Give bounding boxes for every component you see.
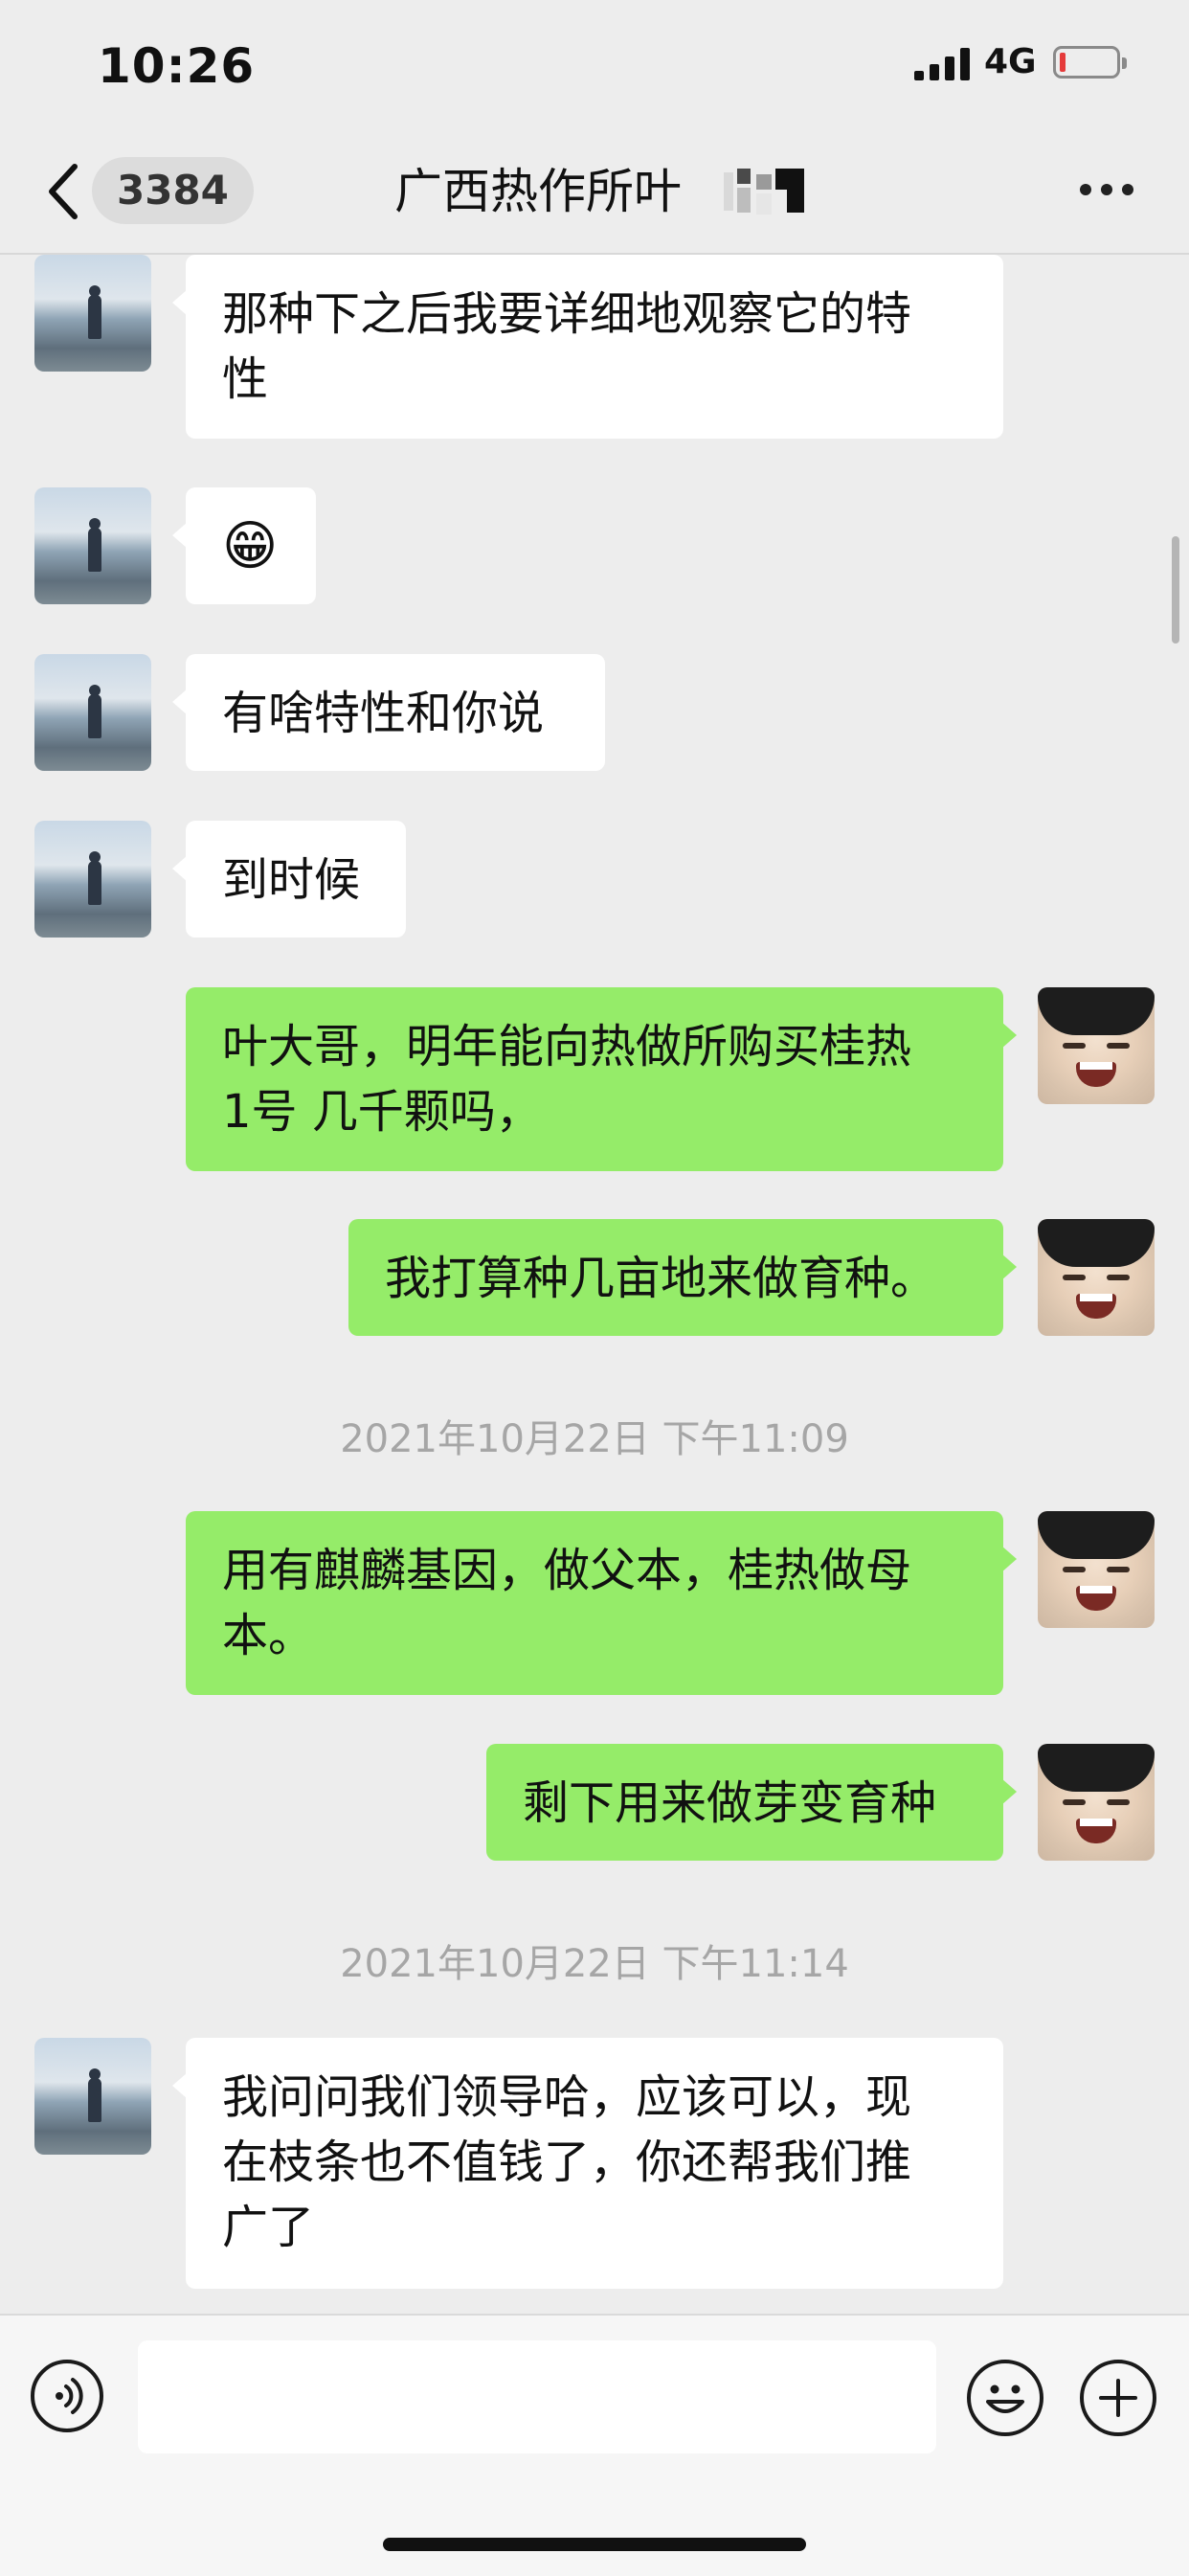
status-time: 10:26 bbox=[98, 38, 256, 94]
message-bubble-outgoing[interactable]: 叶大哥，明年能向热做所购买桂热 1号 几千颗吗， bbox=[186, 987, 1017, 1171]
unread-count-badge[interactable]: 3384 bbox=[92, 157, 254, 224]
message-bubble-incoming[interactable]: 😁 bbox=[172, 487, 316, 604]
grin-emoji-icon: 😁 bbox=[222, 515, 279, 577]
my-avatar[interactable] bbox=[1038, 987, 1155, 1104]
scrollbar[interactable] bbox=[1172, 536, 1179, 644]
my-avatar[interactable] bbox=[1038, 1511, 1155, 1628]
my-avatar[interactable] bbox=[1038, 1744, 1155, 1861]
message-timestamp: 2021年10月22日 下午11:14 bbox=[340, 1942, 849, 1986]
chat-title: 广西热作所叶 bbox=[394, 164, 682, 219]
chat-header: 3384 广西热作所叶 bbox=[0, 134, 1189, 255]
status-bar: 10:26 4G bbox=[0, 0, 1189, 134]
battery-icon bbox=[1053, 46, 1127, 79]
battery-level bbox=[1060, 53, 1066, 72]
message-text: 1号 几千颗吗， bbox=[222, 1085, 542, 1139]
message-text: 那种下之后我要详细地观察它的特 bbox=[222, 287, 912, 341]
message-bubble-outgoing[interactable]: 用有麒麟基因，做父本，桂热做母 本。 bbox=[186, 1511, 1017, 1695]
contact-avatar[interactable] bbox=[34, 821, 151, 938]
message-text: 广了 bbox=[222, 2201, 315, 2254]
input-bar bbox=[0, 2314, 1189, 2576]
message-text: 我打算种几亩地来做育种。 bbox=[385, 1252, 937, 1305]
message-bubble-outgoing[interactable]: 剩下用来做芽变育种 bbox=[486, 1744, 1017, 1861]
more-dots-icon[interactable] bbox=[1080, 184, 1133, 197]
message-text: 我问问我们领导哈，应该可以，现 bbox=[222, 2070, 912, 2124]
contact-avatar[interactable] bbox=[34, 2038, 151, 2155]
message-text: 到时候 bbox=[222, 853, 361, 907]
message-text: 性 bbox=[222, 352, 269, 406]
message-bubble-incoming[interactable]: 那种下之后我要详细地观察它的特 性 bbox=[172, 255, 1003, 439]
message-list[interactable]: 那种下之后我要详细地观察它的特 性 😁 有啥特性和你说 到时候 叶大哥，明年能向… bbox=[0, 255, 1189, 2314]
emoji-icon[interactable] bbox=[967, 2360, 1043, 2436]
message-text: 在枝条也不值钱了，你还帮我们推 bbox=[222, 2135, 912, 2189]
message-bubble-outgoing[interactable]: 我打算种几亩地来做育种。 bbox=[348, 1219, 1017, 1336]
signal-icon bbox=[914, 48, 970, 80]
message-bubble-incoming[interactable]: 到时候 bbox=[172, 821, 406, 938]
contact-avatar[interactable] bbox=[34, 255, 151, 372]
message-bubble-incoming[interactable]: 有啥特性和你说 bbox=[172, 654, 605, 771]
contact-avatar[interactable] bbox=[34, 487, 151, 604]
contact-avatar[interactable] bbox=[34, 654, 151, 771]
my-avatar[interactable] bbox=[1038, 1219, 1155, 1336]
message-text: 用有麒麟基因，做父本，桂热做母 bbox=[222, 1544, 912, 1597]
message-text: 剩下用来做芽变育种 bbox=[523, 1776, 937, 1830]
message-bubble-incoming[interactable]: 我问问我们领导哈，应该可以，现 在枝条也不值钱了，你还帮我们推 广了 bbox=[172, 2038, 1003, 2289]
home-indicator[interactable] bbox=[383, 2538, 806, 2551]
chevron-left-icon[interactable] bbox=[44, 161, 82, 222]
message-timestamp: 2021年10月22日 下午11:09 bbox=[340, 1417, 849, 1461]
message-text: 本。 bbox=[222, 1609, 315, 1662]
voice-icon[interactable] bbox=[31, 2360, 103, 2432]
network-type: 4G bbox=[984, 42, 1037, 81]
message-text: 有啥特性和你说 bbox=[222, 687, 545, 740]
message-input[interactable] bbox=[138, 2340, 936, 2453]
message-text: 叶大哥，明年能向热做所购买桂热 bbox=[222, 1020, 912, 1073]
plus-icon[interactable] bbox=[1080, 2360, 1156, 2436]
redacted-mosaic bbox=[724, 169, 804, 216]
